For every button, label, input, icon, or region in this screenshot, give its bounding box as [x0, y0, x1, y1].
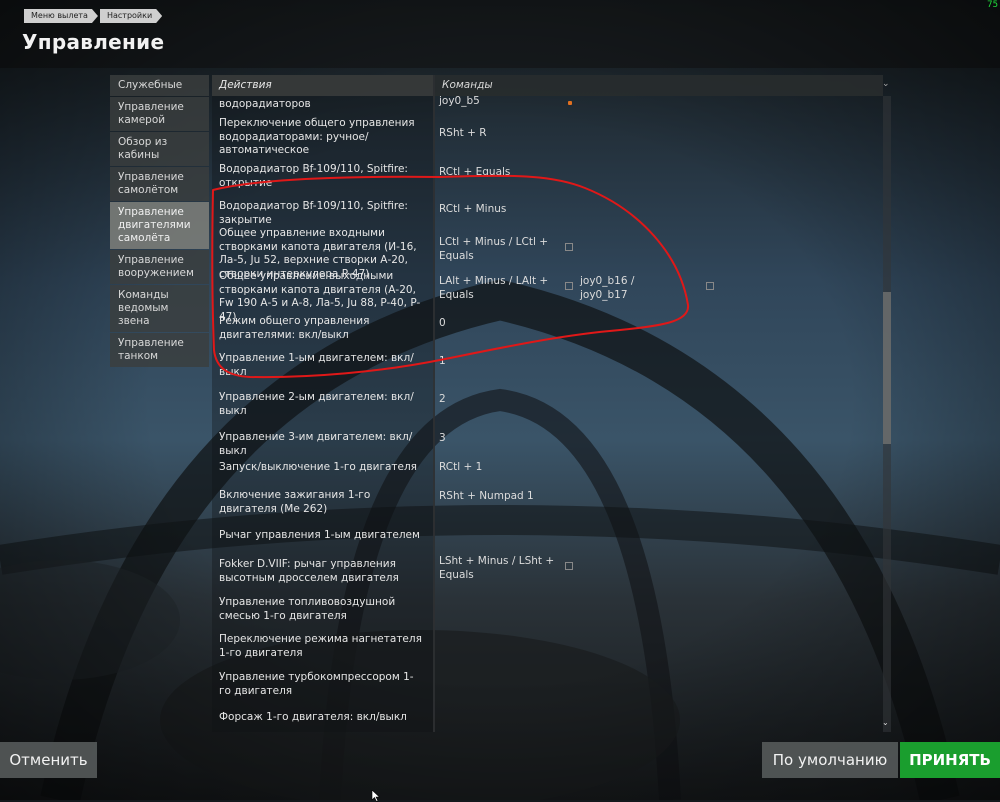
- header-commands: Команды: [435, 75, 883, 96]
- key-binding-primary[interactable]: RSht + Numpad 1: [439, 489, 559, 503]
- key-binding-primary[interactable]: LCtl + Minus / LCtl + Equals: [439, 235, 559, 263]
- header-actions: Действия: [212, 75, 433, 96]
- key-binding-primary[interactable]: 3: [439, 431, 559, 445]
- edit-icon[interactable]: [565, 243, 573, 251]
- accept-button[interactable]: ПРИНЯТЬ: [900, 742, 1000, 778]
- key-binding-primary[interactable]: joy0_b5: [439, 96, 559, 108]
- action-label: Рычаг управления 1-ым двигателем: [219, 529, 420, 541]
- breadcrumb-item-settings[interactable]: Настройки: [100, 9, 162, 23]
- action-label: водорадиаторов: [219, 98, 311, 110]
- breadcrumb: Меню вылета Настройки: [24, 9, 164, 23]
- action-label: Fokker D.VIIF: рычаг управления высотным…: [219, 558, 399, 584]
- scroll-down-icon[interactable]: ⌄: [882, 718, 889, 727]
- breadcrumb-item-flight-menu[interactable]: Меню вылета: [24, 9, 98, 23]
- sidebar-item-weapons[interactable]: Управление вооружением: [110, 250, 209, 284]
- table-row[interactable]: Управление 3-им двигателем: вкл/выкл 3: [212, 431, 883, 457]
- sidebar-item-wingmen[interactable]: Команды ведомым звена: [110, 285, 209, 332]
- sidebar: Служебные Управление камерой Обзор из ка…: [110, 75, 209, 368]
- sidebar-item-aircraft[interactable]: Управление самолётом: [110, 167, 209, 201]
- edit-icon[interactable]: [706, 282, 714, 290]
- sidebar-item-engines[interactable]: Управление двигателями самолёта: [110, 202, 209, 249]
- table-row[interactable]: Водорадиатор Bf-109/110, Spitfire: закры…: [212, 200, 883, 228]
- key-binding-primary[interactable]: 0: [439, 316, 559, 330]
- action-label: Водорадиатор Bf-109/110, Spitfire: откры…: [219, 163, 408, 189]
- table-row[interactable]: Переключение общего управления водорадиа…: [212, 117, 883, 161]
- table-row[interactable]: Управление турбокомпрессором 1-го двигат…: [212, 671, 883, 701]
- edit-icon[interactable]: [568, 101, 572, 105]
- key-binding-primary[interactable]: 1: [439, 354, 559, 368]
- table-row[interactable]: Переключение режима нагнетателя 1-го дви…: [212, 633, 883, 663]
- table-row[interactable]: Режим общего управления двигателями: вкл…: [212, 315, 883, 345]
- chevron-down-icon[interactable]: ⌄: [882, 79, 890, 89]
- key-binding-primary[interactable]: RSht + R: [439, 126, 559, 140]
- edit-icon[interactable]: [565, 562, 573, 570]
- action-label: Переключение общего управления водорадиа…: [219, 117, 415, 156]
- key-binding-primary[interactable]: LSht + Minus / LSht + Equals: [439, 554, 559, 582]
- table-row[interactable]: Рычаг управления 1-ым двигателем: [212, 529, 883, 545]
- sidebar-item-camera[interactable]: Управление камерой: [110, 97, 209, 131]
- mouse-cursor-icon: [371, 790, 381, 802]
- edit-icon[interactable]: [565, 282, 573, 290]
- table-row[interactable]: Включение зажигания 1-го двигателя (Me 2…: [212, 489, 883, 519]
- table-row[interactable]: Управление 2-ым двигателем: вкл/выкл 2: [212, 391, 883, 421]
- table-row[interactable]: водорадиаторов joy0_b5: [212, 96, 883, 111]
- page-title: Управление: [22, 30, 165, 54]
- action-label: Управление турбокомпрессором 1-го двигат…: [219, 671, 414, 697]
- key-binding-primary[interactable]: RCtl + Minus: [439, 202, 559, 216]
- action-label: Управление 1-ым двигателем: вкл/выкл: [219, 352, 414, 378]
- sidebar-item-cockpit-view[interactable]: Обзор из кабины: [110, 132, 209, 166]
- scroll-thumb[interactable]: [883, 292, 891, 444]
- cancel-button[interactable]: Отменить: [0, 742, 97, 778]
- sidebar-item-tank[interactable]: Управление танком: [110, 333, 209, 367]
- table-row[interactable]: Общее управление входными створками капо…: [212, 227, 883, 280]
- key-binding-primary[interactable]: RCtl + Equals: [439, 165, 559, 179]
- key-binding-primary[interactable]: LAlt + Minus / LAlt + Equals: [439, 274, 559, 302]
- table-row[interactable]: Водорадиатор Bf-109/110, Spitfire: откры…: [212, 163, 883, 191]
- key-binding-secondary[interactable]: joy0_b16 / joy0_b17: [580, 274, 670, 302]
- table-row[interactable]: Fokker D.VIIF: рычаг управления высотным…: [212, 554, 883, 586]
- action-label: Форсаж 1-го двигателя: вкл/выкл: [219, 711, 407, 723]
- action-label: Запуск/выключение 1-го двигателя: [219, 461, 417, 473]
- action-label: Водорадиатор Bf-109/110, Spitfire: закры…: [219, 200, 408, 226]
- action-label: Управление топливовоздушной смесью 1-го …: [219, 596, 396, 622]
- table-row[interactable]: Управление топливовоздушной смесью 1-го …: [212, 596, 883, 626]
- table-row[interactable]: Запуск/выключение 1-го двигателя RCtl + …: [212, 461, 883, 477]
- controls-table: Действия Команды водорадиаторов joy0_b5 …: [212, 75, 895, 732]
- action-label: Управление 3-им двигателем: вкл/выкл: [219, 431, 413, 457]
- table-row[interactable]: Управление 1-ым двигателем: вкл/выкл 1: [212, 352, 883, 382]
- key-binding-primary[interactable]: RCtl + 1: [439, 460, 559, 474]
- key-binding-primary[interactable]: 2: [439, 392, 559, 406]
- table-row[interactable]: Общее управление выходными створками кап…: [212, 270, 883, 323]
- table-body: водорадиаторов joy0_b5 Переключение обще…: [212, 96, 883, 732]
- default-button[interactable]: По умолчанию: [762, 742, 898, 778]
- table-row[interactable]: Форсаж 1-го двигателя: вкл/выкл: [212, 711, 883, 727]
- fps-counter: 75: [987, 0, 998, 10]
- action-label: Переключение режима нагнетателя 1-го дви…: [219, 633, 422, 659]
- action-label: Режим общего управления двигателями: вкл…: [219, 315, 370, 341]
- scrollbar[interactable]: [883, 96, 891, 732]
- action-label: Включение зажигания 1-го двигателя (Me 2…: [219, 489, 371, 515]
- sidebar-item-service[interactable]: Служебные: [110, 75, 209, 96]
- action-label: Управление 2-ым двигателем: вкл/выкл: [219, 391, 414, 417]
- table-header: Действия Команды: [212, 75, 895, 96]
